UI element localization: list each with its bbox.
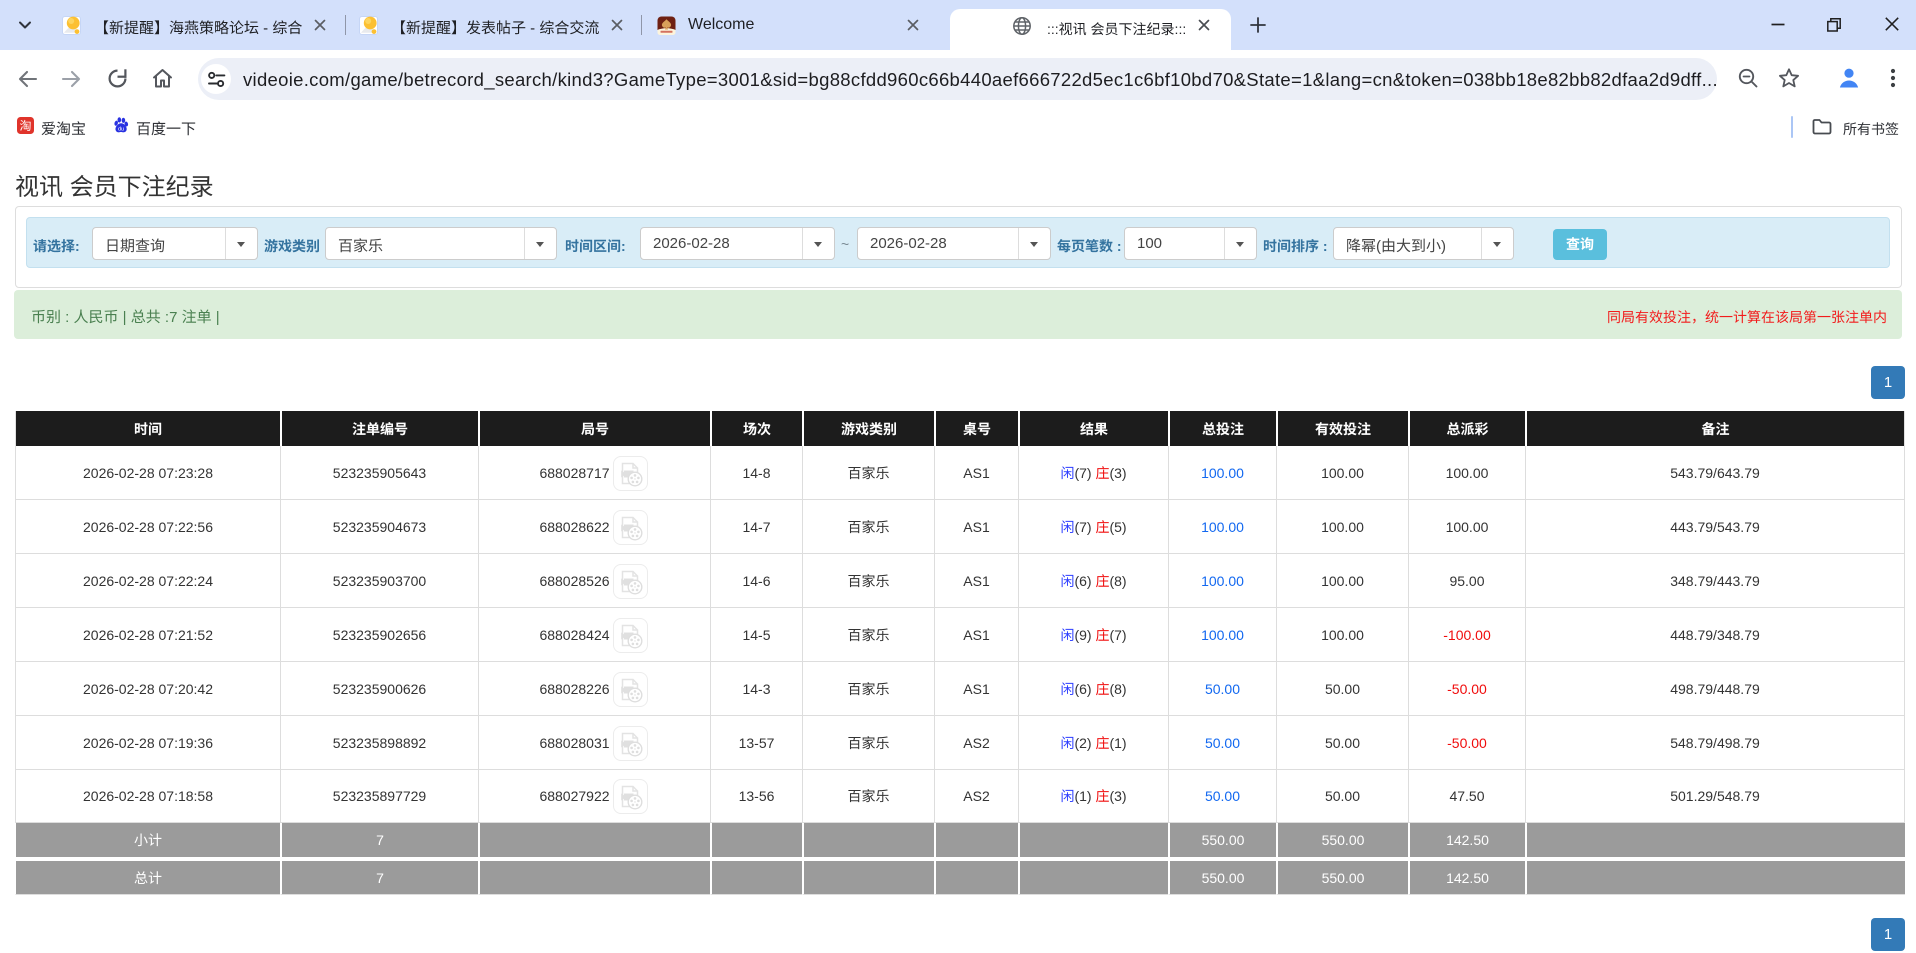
svg-text:淘: 淘 bbox=[19, 117, 31, 134]
svg-text:du: du bbox=[118, 127, 124, 133]
